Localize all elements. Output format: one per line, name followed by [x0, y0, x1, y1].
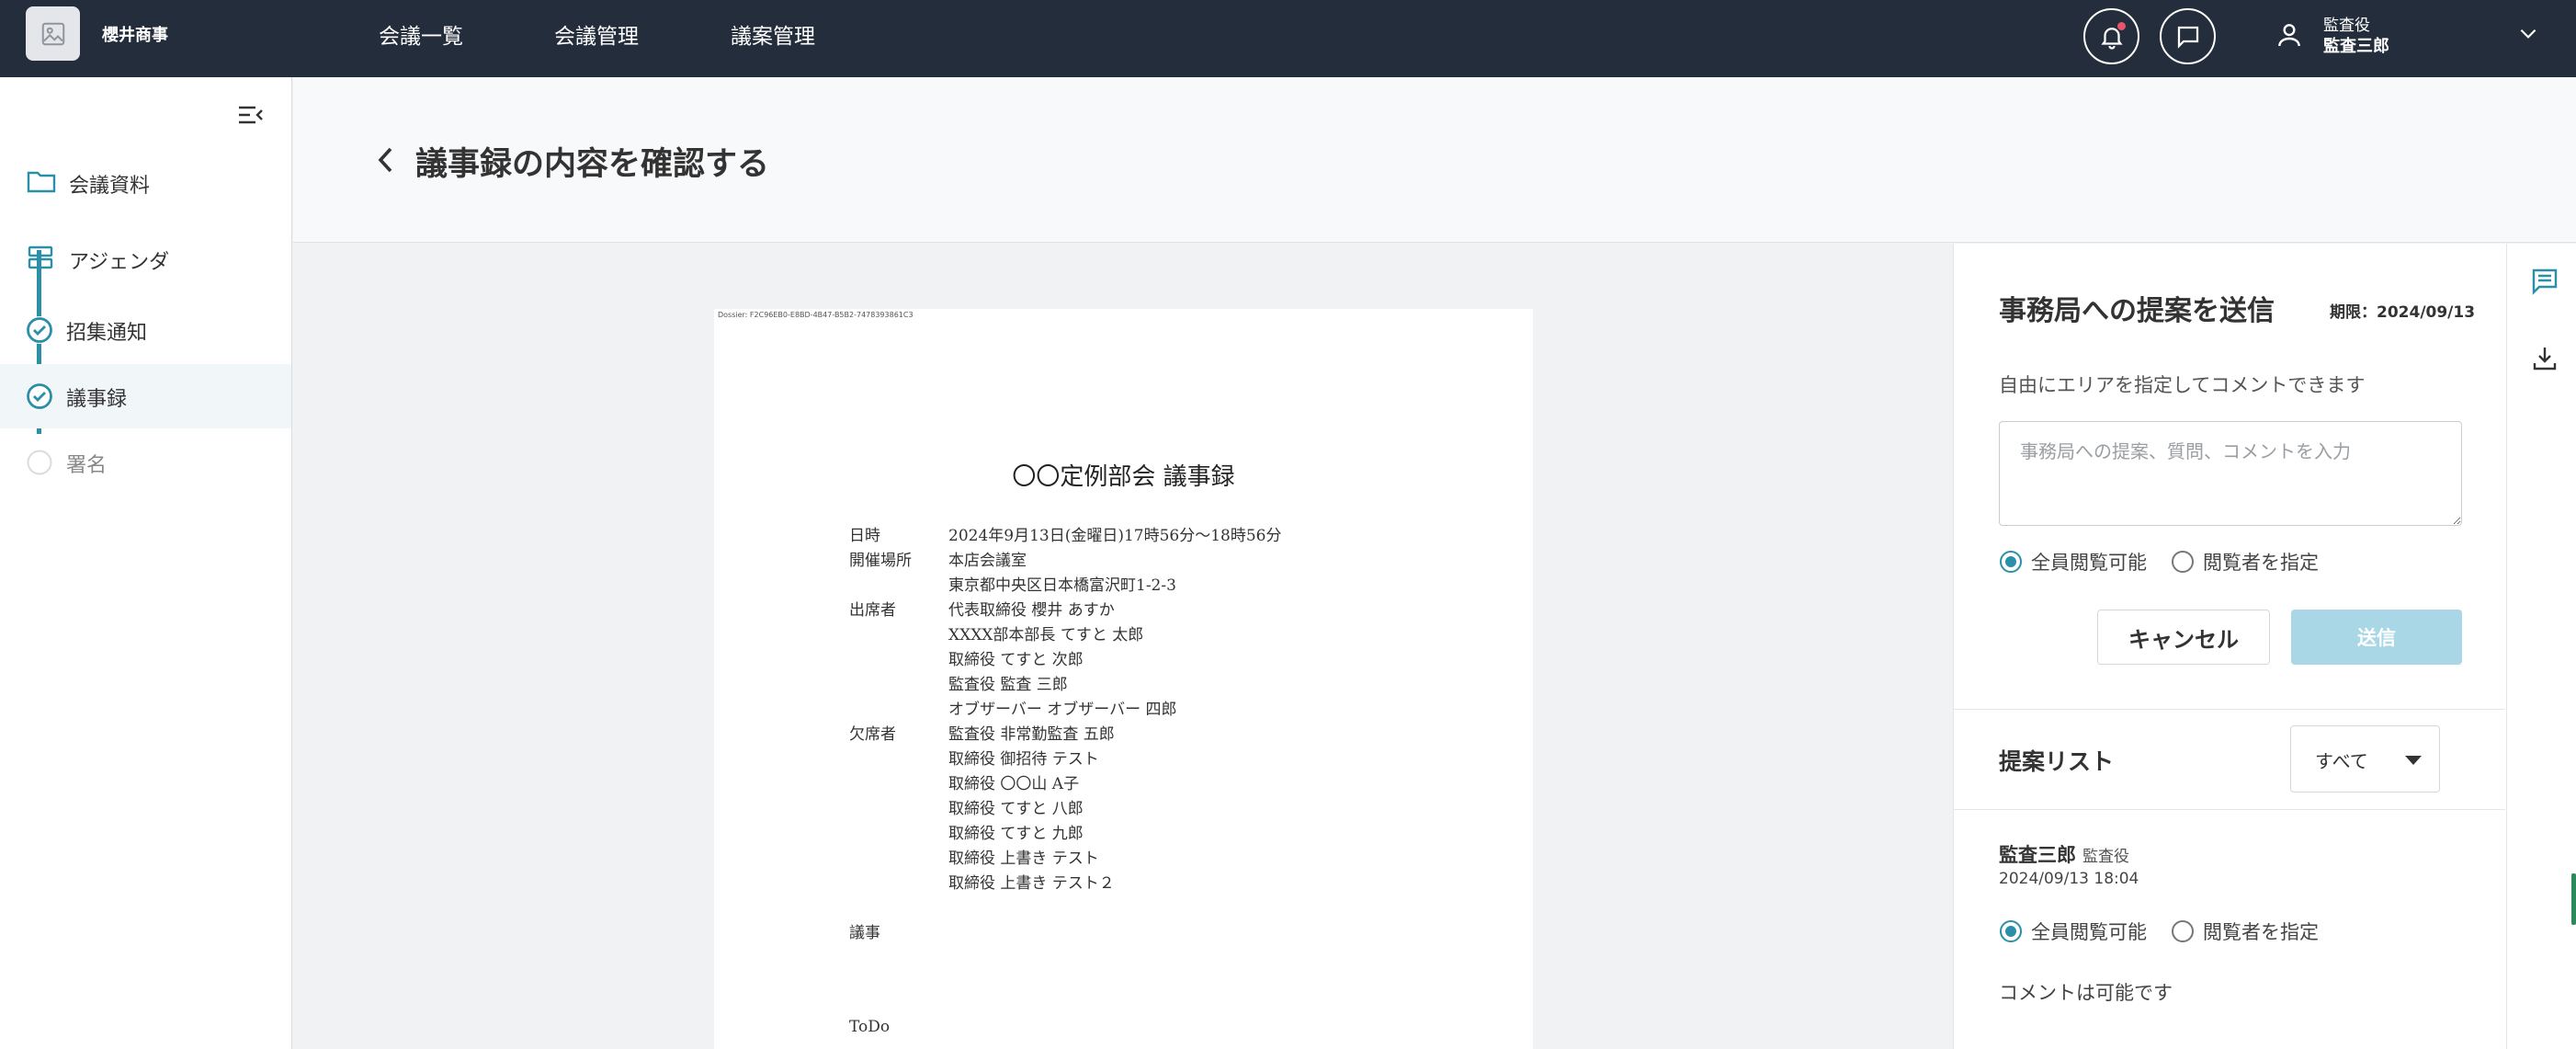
comment-author-role: 監査役: [2082, 848, 2129, 866]
proposal-deadline: 期限：2024/09/13: [2330, 303, 2476, 322]
divider: [1954, 709, 2505, 710]
radio-label: 全員閲覧可能: [2031, 921, 2147, 943]
doc-row-value: 2024年9月13日(金曜日)17時56分〜18時56分: [948, 527, 1282, 545]
nav-meeting-list[interactable]: 会議一覧: [379, 18, 463, 50]
company-name: 櫻井商事: [102, 26, 168, 45]
comment-date: 2024/09/13 18:04: [1999, 870, 2139, 888]
doc-row-value: 監査役 監査 三郎: [948, 676, 1068, 694]
doc-row-value: 取締役 御招待 テスト: [948, 750, 1099, 769]
agenda-icon: [28, 245, 53, 269]
minutes-document[interactable]: Dossier: F2C96EB0-E8BD-4B47-B5B2-7478393…: [714, 309, 1533, 1049]
doc-row-value: XXXX部本部長 てすと 太郎: [948, 626, 1144, 644]
nav-meeting-management[interactable]: 会議管理: [554, 18, 639, 50]
notification-badge: [2116, 21, 2127, 31]
doc-row-value: 取締役 〇〇山 A子: [948, 775, 1080, 793]
user-name[interactable]: 監査三郎: [2323, 33, 2389, 57]
company-logo[interactable]: [26, 6, 80, 61]
proposal-list-title: 提案リスト: [1999, 748, 2115, 775]
doc-row-value: 本店会議室: [948, 552, 1027, 570]
folder-icon: [27, 171, 56, 193]
step-label: 議事録: [66, 388, 128, 411]
image-placeholder-icon: [41, 22, 64, 45]
chat-icon: [2177, 26, 2198, 49]
step-label: 招集通知: [66, 322, 148, 345]
page-title: 議事録の内容を確認する: [415, 146, 770, 183]
caret-down-icon: [2405, 756, 2422, 765]
filter-value: すべて: [2315, 750, 2368, 772]
comment-visibility-specific-radio[interactable]: 閲覧者を指定: [2172, 918, 2319, 945]
user-icon[interactable]: [2275, 20, 2304, 50]
comment-author: 監査三郎: [1999, 844, 2076, 866]
step-minutes[interactable]: 議事録: [0, 364, 291, 428]
doc-row-value: オブザーバー オブザーバー 四郎: [948, 701, 1177, 719]
nav-proposal-management[interactable]: 議案管理: [731, 18, 815, 50]
proposal-title: 事務局への提案を送信: [1999, 295, 2275, 327]
radio-unselected[interactable]: [2172, 551, 2194, 573]
user-role: 監査役: [2323, 17, 2370, 35]
message-button[interactable]: [2160, 8, 2216, 64]
check-circle-icon: [26, 382, 53, 410]
todo-label: ToDo: [849, 1018, 891, 1036]
doc-row-label: 出席者: [849, 601, 896, 620]
agenda-label: 議事: [849, 924, 880, 942]
proposal-input[interactable]: [1999, 421, 2462, 526]
radio-unselected[interactable]: [2172, 920, 2194, 942]
doc-row-value: 取締役 上書き テスト２: [948, 874, 1115, 893]
chevron-left-icon[interactable]: [372, 143, 400, 177]
cancel-button[interactable]: キャンセル: [2097, 610, 2270, 665]
document-title: 〇〇定例部会 議事録: [1012, 463, 1235, 491]
comment-body: コメントは可能です: [1999, 982, 2173, 1004]
comment-visibility-all-radio[interactable]: 全員閲覧可能: [2000, 918, 2147, 945]
left-sidebar: 会議資料 アジェンダ: [0, 77, 292, 1049]
sidebar-item-agenda[interactable]: アジェンダ: [0, 225, 291, 290]
visibility-all-radio[interactable]: 全員閲覧可能: [2000, 548, 2147, 576]
radio-selected[interactable]: [2000, 551, 2022, 573]
doc-row-label: 日時: [849, 527, 880, 545]
radio-label: 閲覧者を指定: [2203, 552, 2319, 574]
notification-button[interactable]: [2083, 8, 2139, 64]
doc-row-value: 代表取締役 櫻井 あすか: [948, 601, 1115, 620]
proposal-filter-select[interactable]: すべて: [2290, 725, 2440, 792]
step-convocation-notice[interactable]: 招集通知: [0, 298, 291, 362]
sidebar-collapse-icon[interactable]: [237, 103, 265, 127]
divider: [1954, 809, 2505, 810]
doc-row-value: 取締役 上書き テスト: [948, 849, 1099, 868]
dossier-id: Dossier: F2C96EB0-E8BD-4B47-B5B2-7478393…: [718, 311, 914, 319]
sidebar-item-label: 会議資料: [69, 175, 151, 198]
empty-circle-icon: [26, 449, 53, 476]
doc-row-value: 取締役 てすと 八郎: [948, 800, 1084, 818]
doc-row-value: 監査役 非常勤監査 五郎: [948, 725, 1115, 744]
sidebar-item-label: アジェンダ: [69, 251, 170, 274]
proposal-description: 自由にエリアを指定してコメントできます: [1999, 374, 2366, 396]
step-signature[interactable]: 署名: [0, 430, 291, 495]
comment-panel-icon[interactable]: [2530, 267, 2559, 296]
doc-row-label: 開催場所: [849, 552, 912, 570]
check-circle-icon: [26, 316, 53, 344]
sidebar-item-meeting-materials[interactable]: 会議資料: [0, 149, 291, 213]
chevron-down-icon[interactable]: [2516, 24, 2540, 42]
doc-row-value: 取締役 てすと 次郎: [948, 651, 1084, 669]
send-button[interactable]: 送信: [2291, 610, 2462, 665]
doc-row-value: 取締役 てすと 九郎: [948, 825, 1084, 843]
edge-tab[interactable]: [2571, 873, 2576, 925]
step-label: 署名: [66, 454, 108, 477]
radio-label: 閲覧者を指定: [2203, 921, 2319, 943]
radio-label: 全員閲覧可能: [2031, 552, 2147, 574]
doc-row-value: 東京都中央区日本橋富沢町1-2-3: [948, 576, 1176, 595]
visibility-specific-radio[interactable]: 閲覧者を指定: [2172, 548, 2319, 576]
radio-selected[interactable]: [2000, 920, 2022, 942]
download-icon[interactable]: [2530, 344, 2559, 373]
doc-row-label: 欠席者: [849, 725, 896, 744]
